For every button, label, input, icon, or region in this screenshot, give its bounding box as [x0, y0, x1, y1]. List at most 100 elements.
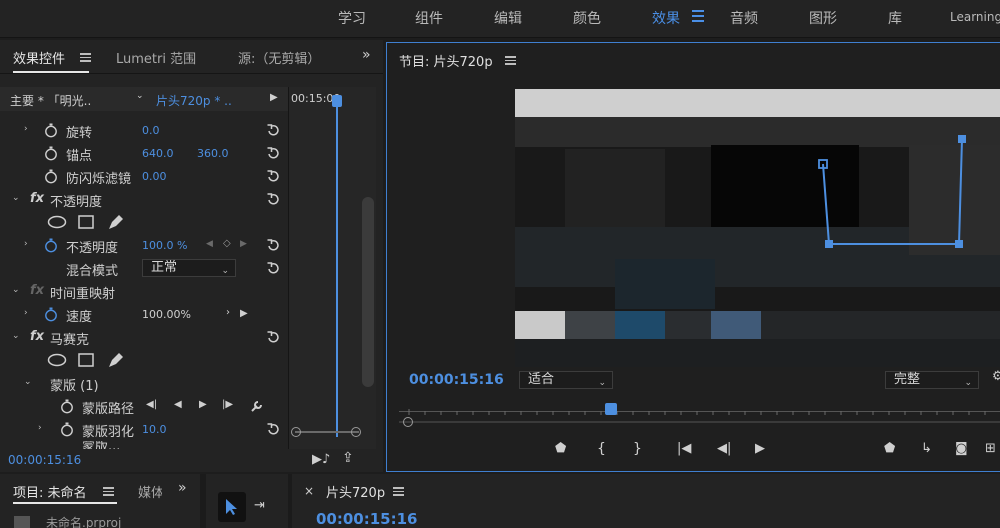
property-value[interactable]: 100.00% — [142, 308, 191, 321]
zoom-bar[interactable] — [295, 431, 359, 433]
chevron-right-icon[interactable]: › — [24, 125, 32, 134]
hamburger-icon[interactable] — [103, 487, 114, 496]
chevron-down-icon[interactable]: ⌄ — [12, 194, 20, 203]
quality-dropdown[interactable]: 完整 ⌄ — [885, 371, 979, 389]
reset-icon[interactable] — [266, 238, 280, 252]
go-to-in-icon[interactable]: |◀ — [677, 441, 693, 457]
effect-row-opacity[interactable]: ⌄ fx 不透明度 — [0, 188, 288, 211]
close-icon[interactable]: × — [304, 484, 314, 498]
track-forward-icon[interactable]: |▶ — [222, 399, 233, 410]
stopwatch-icon[interactable] — [44, 307, 58, 322]
tab-sequence[interactable]: 片头720p — [326, 482, 385, 501]
stopwatch-icon[interactable] — [60, 399, 74, 414]
property-value[interactable]: 0.00 — [142, 170, 167, 183]
reset-icon[interactable] — [266, 330, 280, 344]
effect-row-mosaic[interactable]: ⌄ fx 马赛克 — [0, 326, 288, 349]
anchor-y-value[interactable]: 360.0 — [197, 147, 229, 160]
workspace-tab-learn[interactable]: 学习 — [338, 8, 366, 28]
zoom-handle-left[interactable] — [403, 417, 413, 427]
stopwatch-icon[interactable] — [60, 422, 74, 437]
track-select-icon[interactable]: ⇥ — [254, 498, 265, 513]
workspace-tab-assembly[interactable]: 组件 — [415, 8, 443, 28]
workspace-menu-icon[interactable] — [692, 10, 704, 24]
camera-icon[interactable]: ◙ — [955, 441, 971, 457]
hamburger-icon[interactable] — [393, 487, 404, 496]
lift-icon[interactable]: ↳ — [921, 441, 937, 457]
step-back-icon[interactable]: ◀| — [717, 441, 733, 457]
hamburger-icon[interactable] — [505, 56, 516, 65]
mask-path-overlay[interactable] — [515, 89, 1000, 367]
play-icon[interactable]: ▶ — [270, 92, 278, 103]
fx-icon[interactable]: fx — [30, 329, 44, 344]
chevron-right-icon[interactable]: › — [24, 240, 32, 249]
tab-media-browser[interactable]: 媒体 — [138, 482, 162, 501]
tab-project[interactable]: 项目: 未命名 — [13, 482, 87, 501]
playhead[interactable] — [332, 95, 342, 107]
button-editor-icon[interactable]: ⊞ — [985, 441, 1000, 457]
play-icon[interactable]: ▶ — [755, 441, 771, 457]
stopwatch-icon[interactable] — [44, 238, 58, 253]
workspace-tab-color[interactable]: 颜色 — [573, 8, 601, 28]
prev-keyframe-icon[interactable]: › — [226, 307, 230, 318]
pen-icon[interactable] — [107, 352, 125, 368]
hamburger-icon[interactable] — [80, 53, 91, 62]
filter-icon[interactable]: ▶♪ — [312, 452, 330, 467]
rect-mask-icon[interactable] — [78, 353, 94, 367]
ellipse-mask-icon[interactable] — [47, 353, 67, 367]
monitor-playhead[interactable] — [605, 403, 617, 415]
reset-icon[interactable] — [266, 192, 280, 206]
selection-tool-button[interactable] — [218, 492, 246, 522]
wrench-icon[interactable] — [250, 399, 264, 413]
property-value[interactable]: 10.0 — [142, 423, 167, 436]
mask-row[interactable]: ⌄ 蒙版 (1) — [0, 372, 288, 395]
workspace-tab-graphics[interactable]: 图形 — [809, 8, 837, 28]
fx-icon[interactable]: fx — [30, 283, 44, 298]
overflow-icon[interactable]: » — [362, 47, 371, 63]
project-file-name[interactable]: 未命名.prproj — [46, 514, 121, 528]
reset-icon[interactable] — [266, 422, 280, 436]
overflow-icon[interactable]: » — [178, 480, 187, 496]
mark-out-icon[interactable]: } — [633, 441, 649, 457]
track-backward-icon[interactable]: ◀| — [146, 399, 157, 410]
workspace-tab-editing[interactable]: 编辑 — [494, 8, 522, 28]
pen-icon[interactable] — [107, 214, 125, 230]
blend-mode-dropdown[interactable]: 正常 ⌄ — [142, 259, 236, 277]
chevron-down-icon[interactable]: ⌄ — [12, 332, 20, 341]
monitor-timeline-ruler[interactable] — [399, 403, 1000, 429]
stopwatch-icon[interactable] — [44, 146, 58, 161]
monitor-title[interactable]: 节目: 片头720p — [399, 51, 493, 70]
mark-in-icon[interactable]: { — [597, 441, 613, 457]
zoom-handle-right[interactable] — [351, 427, 361, 437]
fit-dropdown[interactable]: 适合 ⌄ — [519, 371, 613, 389]
master-label[interactable]: 主要 * 「明光.. — [10, 92, 91, 109]
monitor-timecode[interactable]: 00:00:15:16 — [409, 372, 504, 388]
stopwatch-icon[interactable] — [44, 123, 58, 138]
current-time[interactable]: 00:00:15:16 — [8, 453, 81, 467]
reset-icon[interactable] — [266, 169, 280, 183]
scrollbar[interactable] — [362, 197, 374, 387]
workspace-tab-audio[interactable]: 音频 — [730, 8, 758, 28]
property-value[interactable]: 100.0 % — [142, 239, 187, 252]
workspace-tab-learning[interactable]: Learning — [950, 10, 1000, 24]
video-frame[interactable] — [515, 89, 1000, 367]
chevron-down-icon[interactable]: ⌄ — [136, 91, 144, 101]
tab-lumetri-scopes[interactable]: Lumetri 范围 — [116, 48, 196, 67]
prev-keyframe-icon[interactable]: ◀ — [206, 239, 213, 249]
keyframe-icon[interactable]: ◇ — [223, 238, 231, 249]
step-backward-icon[interactable]: ◀ — [174, 399, 182, 410]
anchor-x-value[interactable]: 640.0 — [142, 147, 174, 160]
marker-icon[interactable]: ⬟ — [884, 441, 900, 457]
chevron-down-icon[interactable]: ⌄ — [12, 286, 20, 295]
reset-icon[interactable] — [266, 261, 280, 275]
tab-effect-controls[interactable]: 效果控件 — [13, 48, 90, 73]
property-value[interactable]: 0.0 — [142, 124, 160, 137]
clip-label[interactable]: 片头720p * .. — [156, 92, 232, 109]
zoom-handle-left[interactable] — [291, 427, 301, 437]
add-marker-icon[interactable]: ⬟ — [555, 441, 571, 457]
next-keyframe-icon[interactable]: ▶ — [240, 239, 247, 249]
rect-mask-icon[interactable] — [78, 215, 94, 229]
zoom-bar[interactable] — [399, 421, 1000, 423]
sequence-timecode[interactable]: 00:00:15:16 — [316, 510, 418, 528]
effect-row-time-remap[interactable]: ⌄ fx 时间重映射 — [0, 280, 288, 303]
ellipse-mask-icon[interactable] — [47, 215, 67, 229]
